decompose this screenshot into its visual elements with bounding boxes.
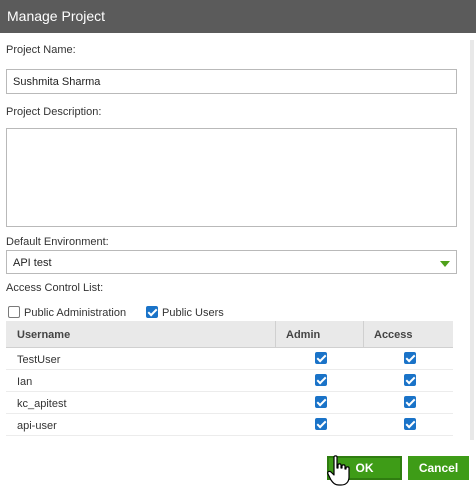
public-users-label: Public Users bbox=[162, 307, 224, 319]
table-row: Ian bbox=[6, 370, 453, 392]
column-header-access[interactable]: Access bbox=[374, 329, 413, 341]
column-divider bbox=[275, 321, 276, 348]
access-checkbox[interactable] bbox=[404, 396, 416, 408]
public-administration-checkbox[interactable] bbox=[8, 306, 20, 318]
column-divider bbox=[363, 321, 364, 348]
admin-checkbox[interactable] bbox=[315, 374, 327, 386]
username-cell: Ian bbox=[17, 376, 33, 388]
public-users-checkbox[interactable] bbox=[146, 306, 158, 318]
admin-checkbox[interactable] bbox=[315, 418, 327, 430]
table-row: api-user bbox=[6, 414, 453, 436]
access-checkbox[interactable] bbox=[404, 418, 416, 430]
admin-checkbox[interactable] bbox=[315, 352, 327, 364]
access-checkbox[interactable] bbox=[404, 352, 416, 364]
project-name-label: Project Name: bbox=[6, 44, 76, 56]
hand-pointer-icon bbox=[327, 455, 350, 486]
project-description-textarea[interactable] bbox=[6, 128, 457, 227]
cancel-button[interactable]: Cancel bbox=[408, 456, 469, 480]
access-control-label: Access Control List: bbox=[6, 282, 104, 294]
chevron-down-icon bbox=[440, 261, 450, 267]
default-environment-select[interactable]: API test bbox=[6, 250, 457, 274]
project-name-input[interactable] bbox=[6, 69, 457, 94]
username-cell: api-user bbox=[17, 420, 57, 432]
column-header-username[interactable]: Username bbox=[17, 329, 70, 341]
default-environment-label: Default Environment: bbox=[6, 236, 109, 248]
username-cell: TestUser bbox=[17, 354, 61, 366]
default-environment-value: API test bbox=[13, 257, 52, 269]
dialog-titlebar: Manage Project bbox=[0, 0, 476, 33]
username-cell: kc_apitest bbox=[17, 398, 67, 410]
access-control-table: Username Admin Access TestUser Ian kc_ap… bbox=[6, 321, 453, 436]
admin-checkbox[interactable] bbox=[315, 396, 327, 408]
public-administration-label: Public Administration bbox=[24, 307, 127, 319]
dialog-title: Manage Project bbox=[7, 8, 106, 24]
column-header-admin[interactable]: Admin bbox=[286, 329, 320, 341]
scrollbar[interactable] bbox=[470, 40, 474, 440]
table-row: TestUser bbox=[6, 348, 453, 370]
table-header: Username Admin Access bbox=[6, 321, 453, 348]
access-checkbox[interactable] bbox=[404, 374, 416, 386]
table-row: kc_apitest bbox=[6, 392, 453, 414]
project-description-label: Project Description: bbox=[6, 106, 102, 118]
